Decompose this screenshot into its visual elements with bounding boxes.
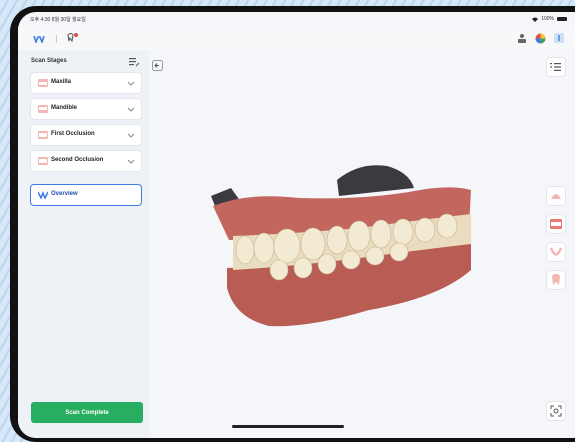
sidebar-title: Scan Stages [31,58,67,64]
chevron-down-icon [127,133,135,138]
color-wheel-icon[interactable] [532,30,548,46]
fit-view-icon[interactable] [547,402,565,420]
wifi-icon [532,17,539,22]
mandible-icon [38,105,48,113]
mandible-view-icon[interactable] [547,243,565,261]
view-list-icon[interactable] [547,58,565,76]
stage-overview[interactable]: Overview [31,185,141,205]
scan-complete-button[interactable]: Scan Complete [31,402,143,423]
status-indicators: 100% [532,16,567,22]
stage-second-occlusion[interactable]: Second Occlusion [31,151,141,171]
chevron-down-icon [127,107,135,112]
single-tooth-icon[interactable] [547,271,565,289]
info-icon[interactable] [551,30,567,46]
dental-scan-logo-icon[interactable] [31,30,47,46]
occlusion-view-icon[interactable] [547,215,565,233]
app-screen: 오후 4:30 8월 30일 월요일 100% Scan Stages Maxi… [18,12,575,438]
stage-label: First Occlusion [51,131,95,137]
collapse-panel-icon[interactable] [152,58,163,71]
3d-dental-model[interactable] [209,158,489,338]
stage-label: Overview [51,191,78,197]
stage-label: Mandible [51,105,78,111]
scan-stages-panel: Scan Stages Maxilla Mandible First Occlu… [18,50,150,438]
model-base-back [337,165,414,196]
maxilla-icon [38,79,48,87]
occlusion-icon [38,131,48,139]
stage-label: Maxilla [51,79,72,85]
stage-first-occlusion[interactable]: First Occlusion [31,125,141,145]
chevron-down-icon [127,159,135,164]
chevron-down-icon [127,81,135,86]
status-time-date: 오후 4:30 8월 30일 월요일 [30,17,86,23]
stage-label: Second Occlusion [51,157,104,163]
settings-list-icon[interactable] [128,55,140,67]
status-bar: 오후 4:30 8월 30일 월요일 100% [18,12,575,26]
maxilla-view-icon[interactable] [547,187,565,205]
home-indicator [232,425,344,428]
tooth-edit-icon[interactable] [64,30,80,46]
3d-viewport[interactable] [149,50,575,438]
stage-mandible[interactable]: Mandible [31,99,141,119]
overview-icon [38,191,48,199]
stage-maxilla[interactable]: Maxilla [31,73,141,93]
battery-icon [557,17,567,21]
user-group-icon[interactable] [514,30,530,46]
occlusion-icon [38,157,48,165]
toolbar-divider [56,35,57,43]
top-toolbar [18,26,575,51]
battery-percent: 100% [541,16,554,22]
